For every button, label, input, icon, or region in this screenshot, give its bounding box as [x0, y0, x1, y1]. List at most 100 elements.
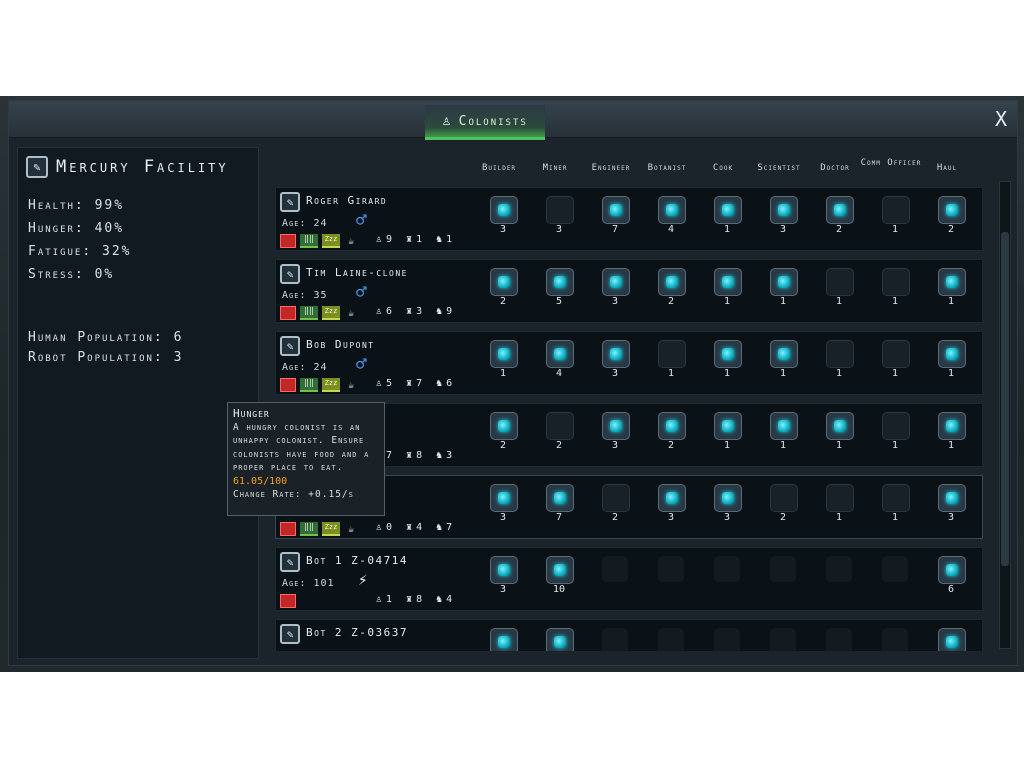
job-toggle-haul[interactable]	[938, 484, 966, 512]
job-toggle-haul[interactable]	[938, 412, 966, 440]
health-icon[interactable]	[280, 594, 296, 608]
fatigue-icon[interactable]: Zzz	[322, 306, 340, 320]
job-toggle-miner[interactable]	[546, 268, 574, 296]
job-toggle-scientist[interactable]	[770, 268, 798, 296]
job-toggle-engineer[interactable]	[602, 484, 630, 512]
fatigue-icon[interactable]: Zzz	[322, 234, 340, 248]
job-toggle-scientist[interactable]	[770, 340, 798, 368]
skill-count: 4	[446, 594, 453, 605]
job-toggle-engineer	[602, 556, 628, 582]
facility-name: Mercury Facility	[56, 157, 229, 177]
job-toggle-botanist[interactable]	[658, 196, 686, 224]
job-toggle-doctor[interactable]	[826, 268, 854, 296]
job-toggle-cook[interactable]	[714, 484, 742, 512]
colonist-row[interactable]: ✎ Roger Girard Age: 24 ♂ ‖‖ Zzz ☕ ♙ 9 ♜ 1 ♞ 1 3 3 7 4 1 3 2…	[275, 187, 983, 251]
health-icon[interactable]	[280, 378, 296, 392]
stress-icon[interactable]: ☕	[344, 524, 358, 535]
job-toggle-builder[interactable]	[490, 412, 518, 440]
job-toggle-botanist	[658, 628, 684, 651]
colonist-row[interactable]: ✎ Bot 1 Z-04714 Age: 101 ⚡ ♙ 1 ♜ 8 ♞ 4 3 10 6	[275, 547, 983, 611]
edit-icon[interactable]: ✎	[280, 264, 300, 284]
job-toggle-builder[interactable]	[490, 484, 518, 512]
scrollbar[interactable]	[999, 181, 1011, 649]
skill-counts: ♙ 9 ♜ 1 ♞ 1	[376, 234, 462, 245]
edit-icon[interactable]: ✎	[280, 624, 300, 644]
job-toggle-haul[interactable]	[938, 196, 966, 224]
job-toggle-doctor	[826, 628, 852, 651]
job-toggle-botanist[interactable]	[658, 412, 686, 440]
hunger-icon[interactable]: ‖‖	[300, 306, 318, 320]
job-toggle-haul[interactable]	[938, 556, 966, 584]
fatigue-icon[interactable]: Zzz	[322, 522, 340, 536]
job-toggle-botanist[interactable]	[658, 340, 686, 368]
job-priority: 1	[835, 368, 843, 379]
job-toggle-cook[interactable]	[714, 340, 742, 368]
job-priority: 3	[499, 512, 507, 523]
job-toggle-botanist[interactable]	[658, 484, 686, 512]
edit-icon[interactable]: ✎	[280, 552, 300, 572]
colonist-row[interactable]: ✎ Bob Dupont Age: 24 ♂ ‖‖ Zzz ☕ ♙ 5 ♜ 7 ♞ 6 1 4 3 1 1 1 1 1 1	[275, 331, 983, 395]
colonist-name: Bot 1 Z-04714	[306, 554, 408, 567]
job-toggle-miner[interactable]	[546, 484, 574, 512]
job-toggle-comm-officer[interactable]	[882, 196, 910, 224]
job-priority: 3	[611, 368, 619, 379]
job-toggle-miner[interactable]	[546, 556, 574, 584]
job-toggle-scientist[interactable]	[770, 412, 798, 440]
job-toggle-comm-officer[interactable]	[882, 412, 910, 440]
job-toggle-comm-officer[interactable]	[882, 340, 910, 368]
job-toggle-builder[interactable]	[490, 628, 518, 651]
job-toggle-miner[interactable]	[546, 196, 574, 224]
job-toggle-scientist[interactable]	[770, 196, 798, 224]
job-toggle-doctor[interactable]	[826, 340, 854, 368]
health-icon[interactable]	[280, 522, 296, 536]
job-toggle-haul[interactable]	[938, 340, 966, 368]
job-toggle-builder[interactable]	[490, 556, 518, 584]
job-toggle-engineer[interactable]	[602, 412, 630, 440]
male-symbol-icon: ♂	[356, 210, 367, 231]
colonists-window: ♙ Colonists X ✎ Mercury Facility Health:…	[8, 100, 1018, 666]
hunger-icon[interactable]: ‖‖	[300, 234, 318, 248]
health-icon[interactable]	[280, 306, 296, 320]
colonist-age: Age: 101	[282, 578, 335, 589]
job-toggle-doctor[interactable]	[826, 412, 854, 440]
job-toggle-haul[interactable]	[938, 268, 966, 296]
hunger-icon[interactable]: ‖‖	[300, 378, 318, 392]
job-toggle-engineer[interactable]	[602, 196, 630, 224]
job-toggle-builder[interactable]	[490, 268, 518, 296]
job-toggle-cook[interactable]	[714, 196, 742, 224]
job-toggle-comm-officer	[882, 556, 908, 582]
job-toggle-doctor[interactable]	[826, 196, 854, 224]
stress-icon[interactable]: ☕	[344, 380, 358, 391]
job-toggle-engineer	[602, 628, 628, 651]
job-toggle-cook[interactable]	[714, 268, 742, 296]
job-toggle-cook[interactable]	[714, 412, 742, 440]
job-toggle-doctor[interactable]	[826, 484, 854, 512]
stress-icon[interactable]: ☕	[344, 308, 358, 319]
job-toggle-botanist[interactable]	[658, 268, 686, 296]
job-priority: 7	[555, 512, 563, 523]
close-button[interactable]: X	[995, 107, 1007, 131]
job-toggle-scientist[interactable]	[770, 484, 798, 512]
fatigue-icon[interactable]: Zzz	[322, 378, 340, 392]
stress-icon[interactable]: ☕	[344, 236, 358, 247]
job-toggle-builder[interactable]	[490, 340, 518, 368]
colonists-tab[interactable]: ♙ Colonists	[425, 105, 545, 140]
job-toggle-haul[interactable]	[938, 628, 966, 651]
job-toggle-comm-officer[interactable]	[882, 268, 910, 296]
facility-header: ✎ Mercury Facility	[26, 156, 229, 178]
edit-icon[interactable]: ✎	[26, 156, 48, 178]
job-toggle-builder[interactable]	[490, 196, 518, 224]
edit-icon[interactable]: ✎	[280, 336, 300, 356]
scrollbar-thumb[interactable]	[1001, 232, 1009, 566]
colonist-row[interactable]: ✎ Bot 2 Z-03637	[275, 619, 983, 651]
job-toggle-miner[interactable]	[546, 412, 574, 440]
hunger-icon[interactable]: ‖‖	[300, 522, 318, 536]
job-toggle-engineer[interactable]	[602, 268, 630, 296]
health-icon[interactable]	[280, 234, 296, 248]
job-toggle-comm-officer[interactable]	[882, 484, 910, 512]
job-toggle-miner[interactable]	[546, 628, 574, 651]
job-toggle-engineer[interactable]	[602, 340, 630, 368]
colonist-row[interactable]: ✎ Tim Laine-clone Age: 35 ♂ ‖‖ Zzz ☕ ♙ 6 ♜ 3 ♞ 9 2 5 3 2…	[275, 259, 983, 323]
edit-icon[interactable]: ✎	[280, 192, 300, 212]
job-toggle-miner[interactable]	[546, 340, 574, 368]
